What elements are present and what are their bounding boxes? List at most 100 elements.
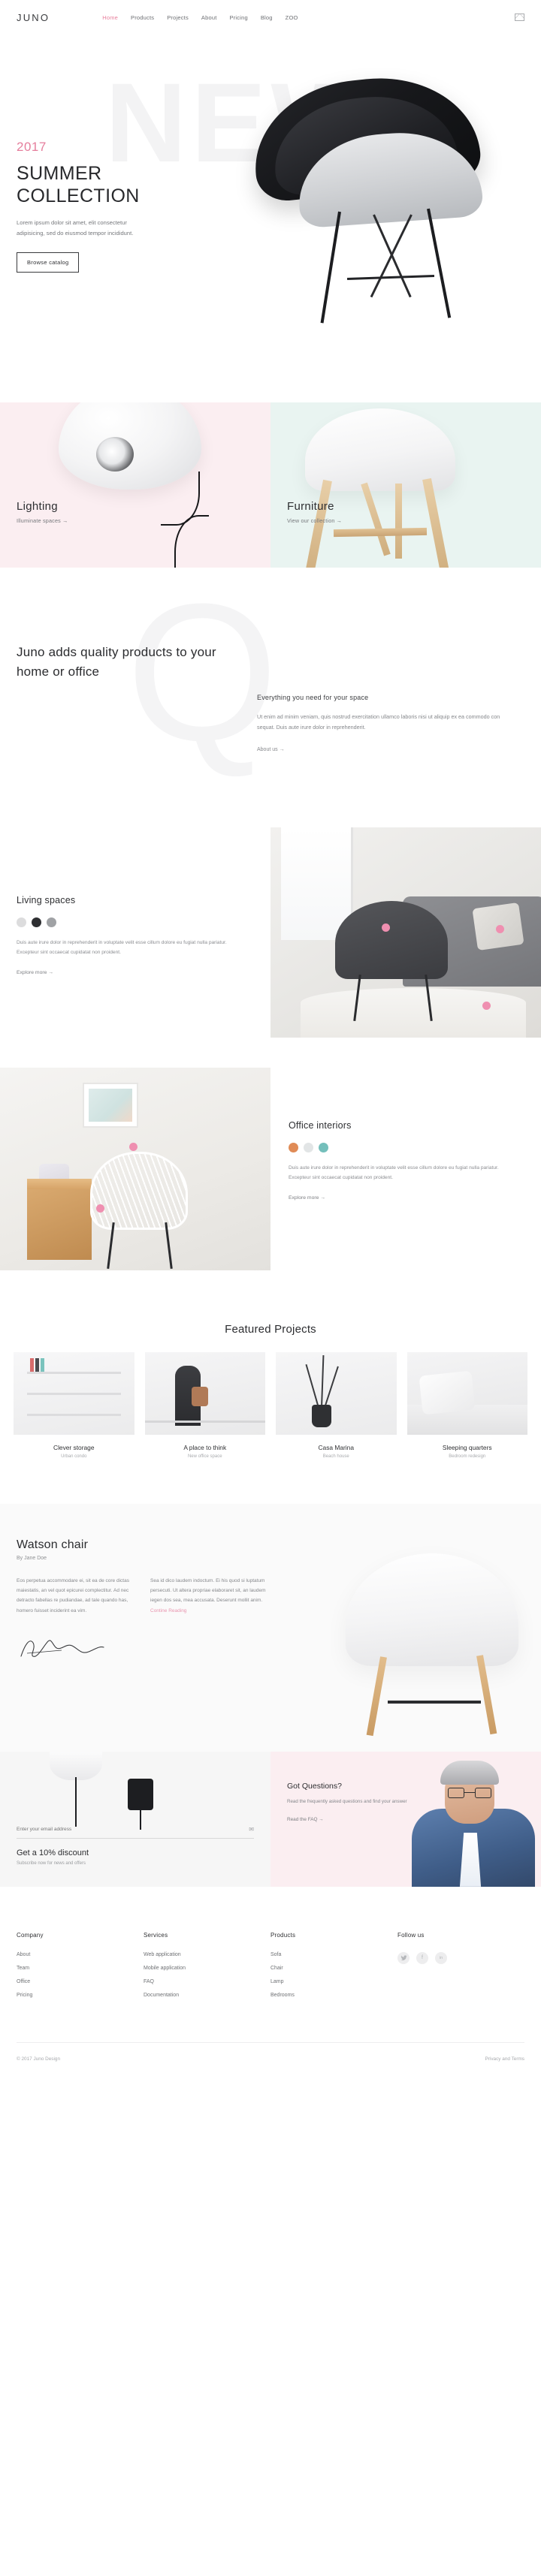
mail-icon[interactable]	[515, 14, 524, 21]
footer-link-mobile-application[interactable]: Mobile application	[144, 1966, 270, 1971]
footer-link-sofa[interactable]: Sofa	[270, 1952, 397, 1957]
footer-bottom-bar: © 2017 Juno Design Privacy and Terms	[17, 2041, 524, 2062]
hotspot-dot[interactable]	[482, 1001, 491, 1010]
swatch-grey[interactable]	[47, 917, 56, 927]
living-room-image	[270, 827, 541, 1038]
quality-body: Ut enim ad minim veniam, quis nostrud ex…	[257, 713, 500, 731]
footer-link-bedrooms[interactable]: Bedrooms	[270, 1993, 397, 1998]
faq-link[interactable]: Read the FAQ →	[287, 1817, 411, 1822]
site-header: JUNO Home Products Projects About Pricin…	[0, 0, 541, 35]
footer-link-documentation[interactable]: Documentation	[144, 1993, 270, 1998]
office-body: Duis aute irure dolor in reprehenderit i…	[289, 1164, 499, 1181]
hotspot-dot[interactable]	[96, 1204, 104, 1213]
swatch-dark[interactable]	[32, 917, 41, 927]
newsletter-block: ✉ Get a 10% discount Subscribe now for n…	[0, 1751, 270, 1887]
footer-link-team[interactable]: Team	[17, 1966, 144, 1971]
project-card[interactable]: A place to think New office space	[144, 1351, 265, 1459]
card-furniture[interactable]: Furniture View our collection →	[270, 402, 541, 568]
hero-year: 2017	[17, 140, 47, 154]
project-subtitle: Beach house	[322, 1454, 349, 1459]
project-card[interactable]: Clever storage Urban condo	[14, 1351, 134, 1459]
featured-projects-title: Featured Projects	[225, 1322, 316, 1336]
twitter-icon[interactable]	[397, 1951, 410, 1964]
email-row: ✉	[17, 1826, 254, 1839]
project-subtitle: Urban condo	[61, 1454, 87, 1459]
quality-section: Q Juno adds quality products to your hom…	[0, 568, 541, 797]
project-name: Casa Marina	[318, 1443, 354, 1451]
living-spaces-section: Living spaces Duis aute irure dolor in r…	[0, 797, 541, 1038]
footer-column-company: Company About Team Office Pricing	[17, 1932, 144, 2006]
living-explore-link[interactable]: Explore more →	[17, 970, 270, 975]
card-lighting[interactable]: Lighting Illuminate spaces →	[0, 402, 270, 568]
hotspot-dot[interactable]	[129, 1142, 138, 1151]
watson-column-2: Sea id dico laudem indoctum. Ei his quod…	[150, 1576, 272, 1616]
project-card[interactable]: Casa Marina Beach house	[276, 1351, 397, 1459]
continue-reading-link[interactable]: Contine Reading	[150, 1608, 186, 1613]
nav-item-products[interactable]: Products	[131, 14, 154, 21]
project-thumbnail	[144, 1351, 265, 1435]
footer-link-faq[interactable]: FAQ	[144, 1979, 270, 1984]
swatch-orange[interactable]	[289, 1142, 298, 1152]
swatch-teal[interactable]	[319, 1142, 328, 1152]
footer-column-title: Products	[270, 1931, 296, 1939]
main-nav: Home Products Projects About Pricing Blo…	[102, 14, 298, 21]
projects-grid: Clever storage Urban condo A place to th…	[0, 1351, 541, 1459]
about-us-link[interactable]: About us →	[257, 747, 505, 752]
project-card[interactable]: Sleeping quarters Bedroom redesign	[407, 1351, 527, 1459]
watson-chair-section: Watson chair By Jane Doe Eos perpetua ac…	[0, 1503, 541, 1752]
office-interiors-section: Office interiors Duis aute irure dolor i…	[0, 1038, 541, 1270]
footer-link-pricing[interactable]: Pricing	[17, 1993, 144, 1998]
faq-block: Got Questions? Read the frequently asked…	[270, 1751, 541, 1887]
office-room-image	[0, 1067, 270, 1270]
faq-copy: Got Questions? Read the frequently asked…	[287, 1782, 411, 1822]
office-explore-link[interactable]: Explore more →	[289, 1195, 541, 1201]
facebook-icon[interactable]: f	[416, 1951, 428, 1964]
page-root: JUNO Home Products Projects About Pricin…	[0, 0, 541, 2081]
swatch-light[interactable]	[304, 1142, 313, 1152]
card-lighting-label: Lighting Illuminate spaces →	[17, 500, 68, 524]
footer-column-follow: Follow us f in	[397, 1932, 524, 2006]
hotspot-dot[interactable]	[382, 923, 390, 932]
site-logo[interactable]: JUNO	[17, 12, 50, 23]
footer-link-lamp[interactable]: Lamp	[270, 1979, 397, 1984]
footer-link-about[interactable]: About	[17, 1952, 144, 1957]
project-subtitle: New office space	[187, 1454, 222, 1459]
living-title: Living spaces	[17, 894, 76, 905]
email-input[interactable]	[17, 1826, 249, 1832]
faq-body: Read the frequently asked questions and …	[287, 1798, 407, 1804]
quality-heading: Juno adds quality products to your home …	[17, 645, 216, 679]
footer-link-office[interactable]: Office	[17, 1979, 144, 1984]
footer-column-services: Services Web application Mobile applicat…	[144, 1932, 270, 2006]
category-cards: Lighting Illuminate spaces → Furniture V…	[0, 402, 541, 568]
nav-item-zoo[interactable]: ZOO	[286, 14, 298, 21]
living-body: Duis aute irure dolor in reprehenderit i…	[17, 939, 227, 956]
watson-title: Watson chair	[17, 1538, 89, 1551]
project-subtitle: Bedroom redesign	[449, 1454, 486, 1459]
living-copy: Living spaces Duis aute irure dolor in r…	[0, 827, 270, 1038]
browse-catalog-button[interactable]: Browse catalog	[17, 252, 80, 273]
man-portrait-image	[406, 1752, 541, 1887]
project-name: Sleeping quarters	[442, 1443, 492, 1451]
hero-section: NEW 2017 SUMMER COLLECTION Lorem ipsum d…	[0, 35, 541, 402]
nav-item-about[interactable]: About	[201, 14, 217, 21]
project-thumbnail	[14, 1351, 134, 1435]
project-name: A place to think	[183, 1443, 227, 1451]
nav-item-projects[interactable]: Projects	[167, 14, 189, 21]
site-footer: Company About Team Office Pricing Servic…	[0, 1886, 541, 2081]
swatch-light[interactable]	[17, 917, 26, 927]
nav-item-pricing[interactable]: Pricing	[230, 14, 248, 21]
nav-item-home[interactable]: Home	[102, 14, 118, 21]
social-links: f in	[397, 1951, 524, 1964]
footer-link-chair[interactable]: Chair	[270, 1966, 397, 1971]
watson-column-1: Eos perpetua accommodare ei, sit ea de c…	[17, 1577, 129, 1613]
hotspot-dot[interactable]	[496, 924, 504, 933]
card-lighting-link[interactable]: Illuminate spaces →	[17, 517, 68, 524]
send-arrow-icon[interactable]: ✉	[249, 1826, 254, 1833]
nav-item-blog[interactable]: Blog	[261, 14, 273, 21]
privacy-terms-link[interactable]: Privacy and Terms	[485, 2056, 524, 2062]
card-furniture-link[interactable]: View our collection →	[287, 517, 342, 524]
footer-link-web-application[interactable]: Web application	[144, 1952, 270, 1957]
stool-image	[305, 408, 455, 491]
linkedin-icon[interactable]: in	[435, 1951, 447, 1964]
header-actions	[515, 14, 524, 21]
